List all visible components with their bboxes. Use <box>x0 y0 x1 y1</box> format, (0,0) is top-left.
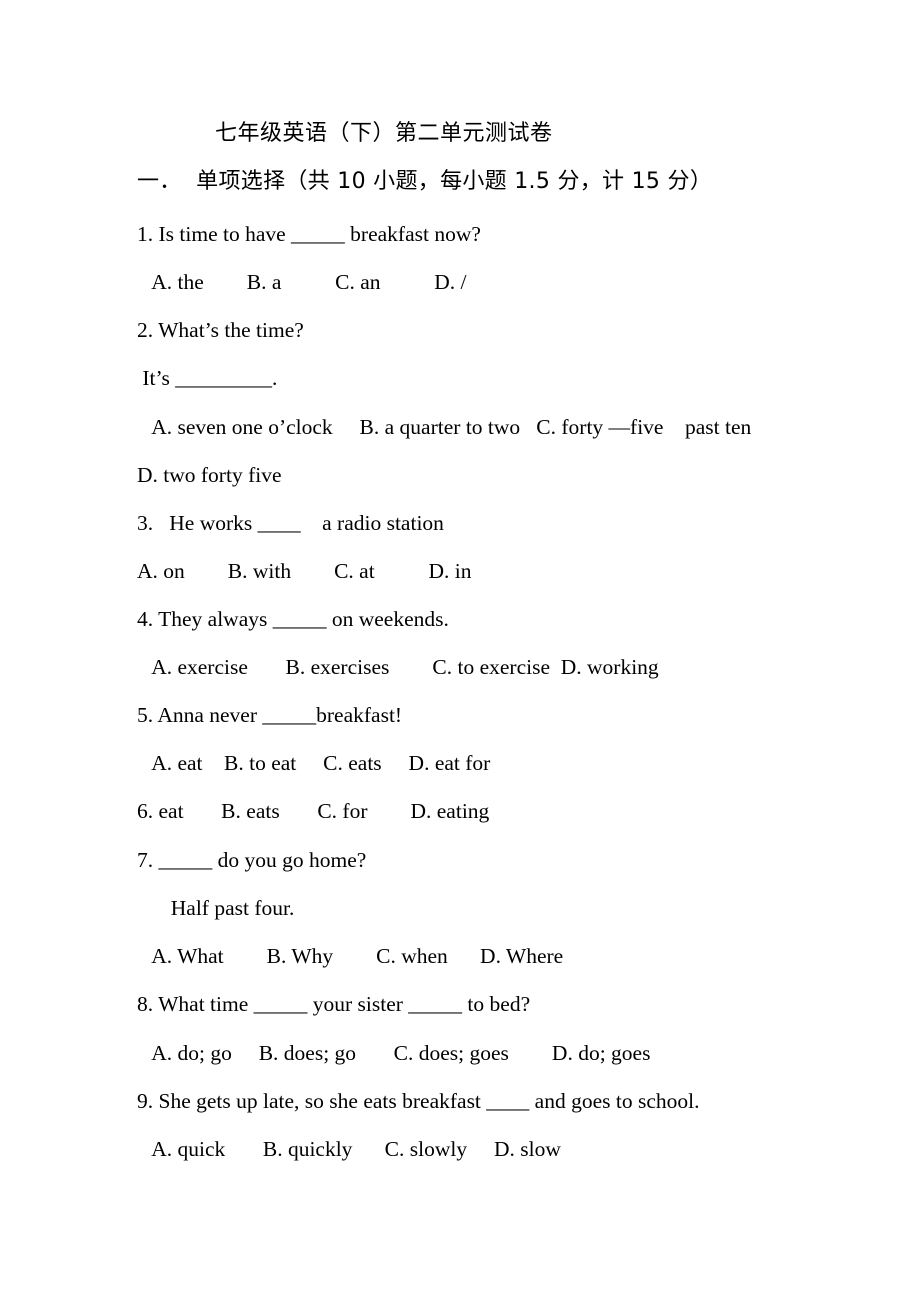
question-8-stem: 8. What time _____ your sister _____ to … <box>137 992 531 1016</box>
page-title: 七年级英语（下）第二单元测试卷 <box>215 121 553 146</box>
question-7-stem: 7. _____ do you go home? <box>137 848 367 872</box>
question-7-options: A. What B. Why C. when D. Where <box>147 944 564 968</box>
question-1-options: A. the B. a C. an D. / <box>147 270 467 294</box>
section-heading-multiple-choice: 一． 单项选择（共 10 小题，每小题 1.5 分，计 15 分） <box>137 169 713 194</box>
question-8-options: A. do; go B. does; go C. does; goes D. d… <box>147 1041 651 1065</box>
question-5-options: A. eat B. to eat C. eats D. eat for <box>147 751 491 775</box>
question-6-stem: 6. eat B. eats C. for D. eating <box>137 799 490 823</box>
question-3-stem: 3. He works ____ a radio station <box>137 511 444 535</box>
question-2-stem: 2. What’s the time? <box>137 318 304 342</box>
question-9-options: A. quick B. quickly C. slowly D. slow <box>147 1137 561 1161</box>
question-5-stem: 5. Anna never _____breakfast! <box>137 703 403 727</box>
question-2-options-continued: D. two forty five <box>137 463 282 487</box>
document-page: 七年级英语（下）第二单元测试卷 一． 单项选择（共 10 小题，每小题 1.5 … <box>0 0 920 1302</box>
question-3-options: A. on B. with C. at D. in <box>137 559 472 583</box>
question-1-stem: 1. Is time to have _____ breakfast now? <box>137 222 481 246</box>
question-2-options: A. seven one o’clock B. a quarter to two… <box>147 415 752 439</box>
question-9-stem: 9. She gets up late, so she eats breakfa… <box>137 1089 700 1113</box>
question-4-stem: 4. They always _____ on weekends. <box>137 607 449 631</box>
question-4-options: A. exercise B. exercises C. to exercise … <box>147 655 659 679</box>
question-7-answer-line: Half past four. <box>160 896 295 920</box>
question-2-answer-line: It’s _________. <box>137 366 278 390</box>
